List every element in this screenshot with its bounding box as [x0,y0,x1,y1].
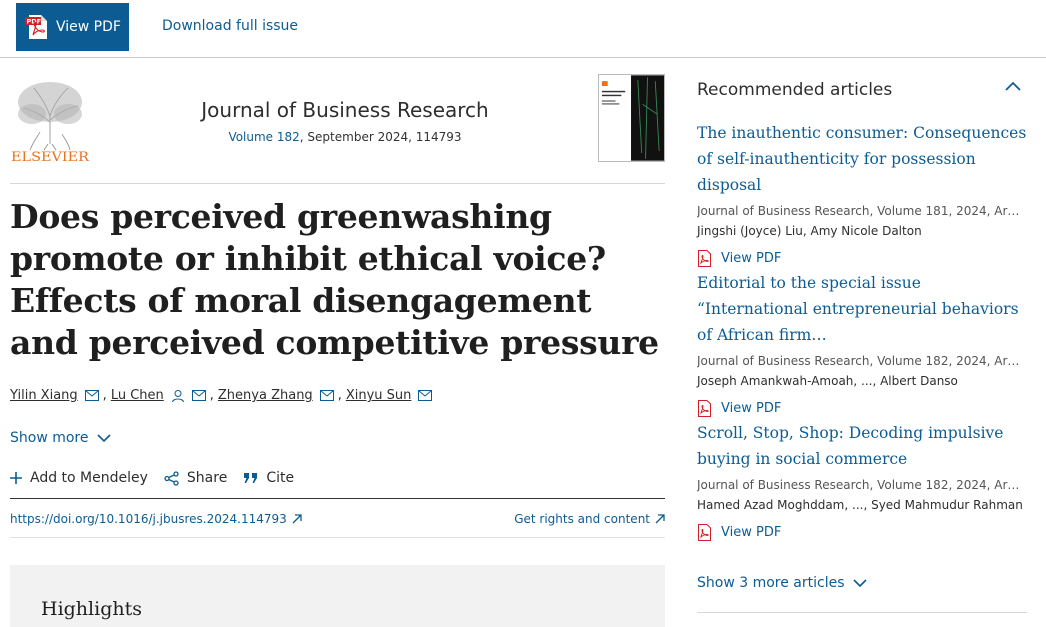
divider [10,183,665,184]
get-rights-link[interactable]: Get rights and content [514,512,665,526]
article-title: Does perceived greenwashing promote or i… [10,197,659,362]
person-icon[interactable] [171,389,185,403]
add-to-mendeley-label: Add to Mendeley [30,470,148,486]
recommended-articles-heading: Recommended articles [697,80,893,100]
share-label: Share [186,470,228,486]
elsevier-logo: ELSEVIER [11,82,90,164]
quote-icon [244,473,258,483]
pdf-icon [698,524,711,541]
top-toolbar: PDF View PDF Download full issue [0,0,1046,58]
recommended-article-source: Journal of Business Research, Volume 182… [697,478,1022,492]
email-icon[interactable] [84,390,99,401]
author-list: Yilin Xiang , Lu Chen , Zhenya Zhang , X… [10,388,436,403]
view-pdf-label: View PDF [721,525,782,540]
doi-link[interactable]: https://doi.org/10.1016/j.jbusres.2024.1… [10,512,302,526]
recommended-article-source: Journal of Business Research, Volume 182… [697,354,1022,368]
cite-button[interactable]: Cite [243,470,294,486]
article-actions: Add to Mendeley Share Cite [10,470,310,486]
recommended-view-pdf-link[interactable]: View PDF [697,400,1027,417]
recommended-article-title[interactable]: Scroll, Stop, Shop: Decoding impulsive b… [697,420,1027,472]
email-icon[interactable] [319,390,334,401]
author-link[interactable]: Xinyu Sun [346,388,412,403]
recommended-article-title[interactable]: Editorial to the special issue “Internat… [697,270,1027,348]
divider [697,612,1027,613]
journal-title[interactable]: Journal of Business Research [150,98,540,122]
recommended-view-pdf-link[interactable]: View PDF [697,250,1027,267]
recommended-article-title[interactable]: The inauthentic consumer: Consequences o… [697,120,1027,198]
pdf-icon: PDF [25,15,47,39]
cite-label: Cite [266,470,295,486]
author-link[interactable]: Lu Chen [111,388,164,403]
view-pdf-button[interactable]: PDF View PDF [16,3,129,51]
volume-link[interactable]: Volume 182 [228,130,299,144]
svg-text:PDF: PDF [27,18,42,26]
svg-text:ELSEVIER: ELSEVIER [11,150,90,164]
plus-icon [10,472,22,484]
recommended-article-source: Journal of Business Research, Volume 181… [697,204,1022,218]
share-icon [164,470,179,486]
highlights-heading: Highlights [41,598,142,620]
email-icon[interactable] [418,390,433,401]
share-button[interactable]: Share [164,470,227,486]
email-icon[interactable] [191,390,206,401]
recommended-article: The inauthentic consumer: Consequences o… [697,120,1027,267]
download-full-issue-link[interactable]: Download full issue [162,18,298,34]
recommended-article: Scroll, Stop, Shop: Decoding impulsive b… [697,420,1027,541]
show-more-label: Show more [10,430,89,446]
view-pdf-label: View PDF [721,401,782,416]
chevron-down-icon [852,578,867,587]
view-pdf-label: View PDF [721,251,782,266]
chevron-down-icon [96,433,111,442]
view-pdf-label: View PDF [56,19,121,35]
show-more-button[interactable]: Show more [10,430,111,446]
highlights-section: Highlights [10,565,665,627]
recommended-view-pdf-link[interactable]: View PDF [697,524,1027,541]
recommended-article-authors: Jingshi (Joyce) Liu, Amy Nicole Dalton [697,224,922,238]
add-to-mendeley-button[interactable]: Add to Mendeley [10,470,148,486]
pdf-icon [698,250,711,267]
chevron-up-icon[interactable] [1004,80,1022,92]
issue-date-article-number: , September 2024, 114793 [299,130,462,144]
journal-cover-image[interactable] [598,74,665,162]
doi-row: https://doi.org/10.1016/j.jbusres.2024.1… [10,498,665,538]
recommended-article-authors: Joseph Amankwah-Amoah, ..., Albert Danso [697,374,958,388]
external-link-icon [655,514,665,524]
doi-text: https://doi.org/10.1016/j.jbusres.2024.1… [10,512,287,526]
show-more-articles-button[interactable]: Show 3 more articles [697,575,867,591]
get-rights-text: Get rights and content [514,512,650,526]
recommended-article-authors: Hamed Azad Moghddam, ..., Syed Mahmudur … [697,498,1023,512]
show-more-articles-label: Show 3 more articles [697,575,845,591]
journal-issue-details: Volume 182, September 2024, 114793 [150,130,540,144]
author-link[interactable]: Zhenya Zhang [218,388,313,403]
author-link[interactable]: Yilin Xiang [10,388,78,403]
external-link-icon [292,514,302,524]
pdf-icon [698,400,711,417]
recommended-article: Editorial to the special issue “Internat… [697,270,1027,417]
